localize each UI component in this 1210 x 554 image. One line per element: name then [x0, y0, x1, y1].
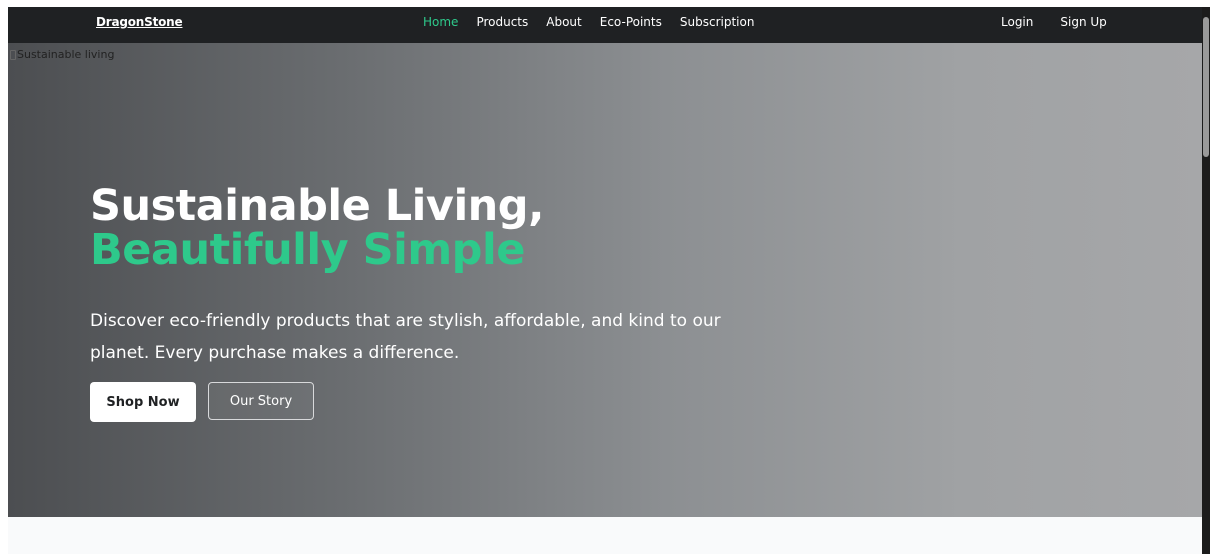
- top-navbar: DragonStone Home Products About Eco-Poin…: [8, 7, 1202, 43]
- nav-link-about[interactable]: About: [546, 15, 581, 29]
- signup-link[interactable]: Sign Up: [1060, 15, 1106, 29]
- our-story-button[interactable]: Our Story: [208, 382, 314, 420]
- brand-logo-link[interactable]: DragonStone: [96, 15, 183, 29]
- nav-links: Home Products About Eco-Points Subscript…: [423, 15, 772, 29]
- hero-title-line2: Beautifully Simple: [90, 225, 525, 275]
- hero-image-alt-text: Sustainable living: [17, 48, 115, 61]
- browser-viewport: DragonStone Home Products About Eco-Poin…: [8, 7, 1202, 554]
- nav-link-products[interactable]: Products: [476, 15, 528, 29]
- vertical-scrollbar[interactable]: [1202, 7, 1210, 554]
- login-link[interactable]: Login: [1001, 15, 1033, 29]
- nav-link-home[interactable]: Home: [423, 15, 458, 29]
- hero-section: Sustainable living Sustainable Living, B…: [8, 43, 1202, 517]
- hero-title-line1: Sustainable Living,: [90, 181, 544, 231]
- hero-subtitle: Discover eco-friendly products that are …: [90, 311, 721, 363]
- nav-link-eco-points[interactable]: Eco-Points: [600, 15, 662, 29]
- broken-image-icon: [10, 49, 16, 60]
- hero-title: Sustainable Living, Beautifully Simple: [90, 184, 544, 272]
- auth-links: Login Sign Up: [1001, 15, 1134, 29]
- shop-now-button[interactable]: Shop Now: [90, 382, 196, 422]
- nav-link-subscription[interactable]: Subscription: [680, 15, 755, 29]
- hero-image-broken: Sustainable living: [10, 48, 114, 61]
- scrollbar-thumb[interactable]: [1203, 17, 1209, 157]
